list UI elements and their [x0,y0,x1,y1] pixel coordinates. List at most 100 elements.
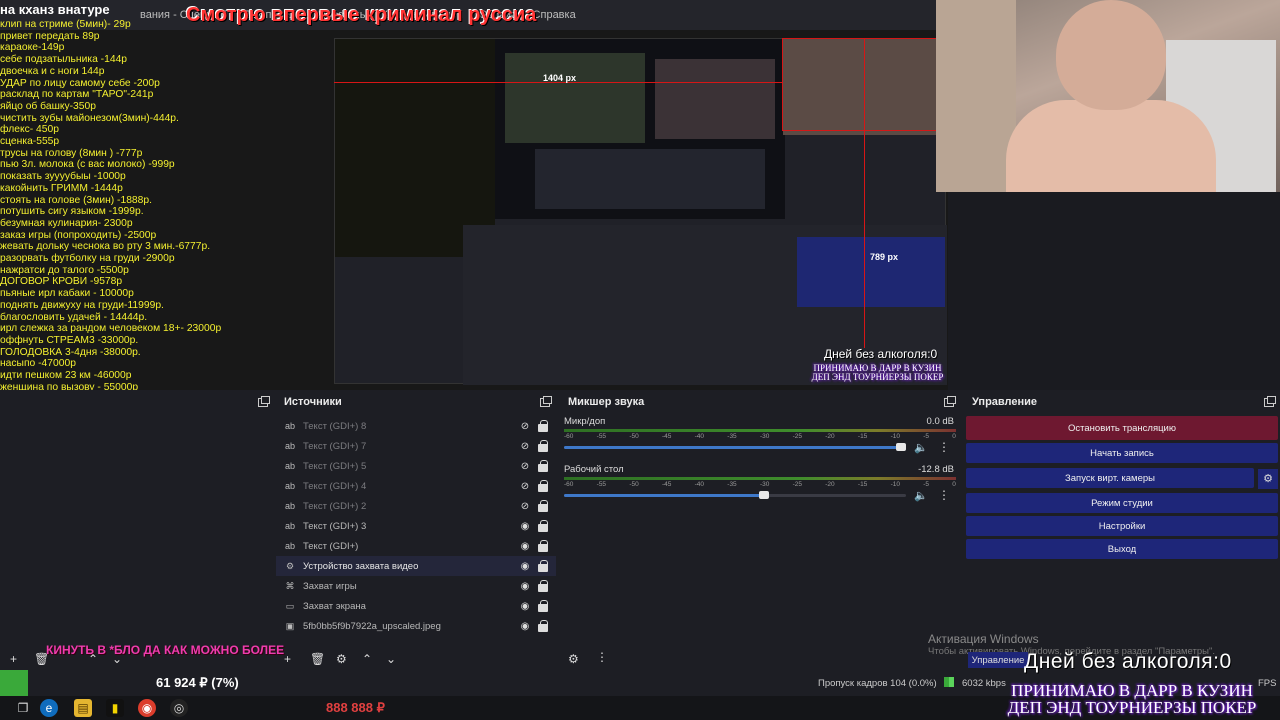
text-icon: ab [284,501,295,511]
source-item[interactable]: ab Текст (GDI+) 2 ⊘ [276,496,556,516]
lock-icon[interactable] [538,599,548,612]
lock-icon[interactable] [538,439,548,452]
move-up-icon[interactable]: ⌃ [88,652,98,666]
scale-tick: -15 [857,433,868,440]
track-name: Микр/доп [564,416,606,427]
source-item[interactable]: ab Текст (GDI+) 8 ⊘ [276,416,556,436]
scale-tick: -40 [694,481,705,488]
add-scene-icon[interactable]: + [10,652,17,666]
scale-tick: -40 [694,433,705,440]
source-item[interactable]: ab Текст (GDI+) ◉ [276,536,556,556]
move-down-icon[interactable]: ⌄ [112,652,122,666]
source-item[interactable]: ab Текст (GDI+) 7 ⊘ [276,436,556,456]
donation-item: привет передать 89р [0,30,100,42]
eye-icon[interactable]: ◉ [518,601,532,612]
edge-icon[interactable]: e [40,699,58,717]
source-item[interactable]: ab Текст (GDI+) 4 ⊘ [276,476,556,496]
source-label: Текст (GDI+) [303,540,359,552]
exit-button[interactable]: Выход [966,539,1278,559]
eye-off-icon[interactable]: ⊘ [518,481,532,492]
scale-tick: 0 [952,433,956,440]
days-sober-small: Дней без алкоголя:0 [824,347,938,361]
stop-stream-button[interactable]: Остановить трансляцию [966,416,1278,440]
volume-slider[interactable] [564,443,906,451]
donation-item: стоять на голове (3мин) -1888р. [0,194,152,206]
obs-icon[interactable]: ◎ [170,699,188,717]
eye-off-icon[interactable]: ⊘ [518,461,532,472]
donation-item: пьяные ирл кабаки - 10000р [0,288,134,300]
source-item[interactable]: ⚙ Устройство захвата видео ◉ [276,556,556,576]
eye-icon[interactable]: ◉ [518,521,532,532]
speaker-icon[interactable]: 🔈 [914,489,928,502]
slider-handle[interactable] [896,443,906,451]
donation-item: себе подзатыльника -144р [0,54,128,66]
undock-icon[interactable] [1264,395,1276,407]
source-label: Захват экрана [303,600,366,612]
start-record-button[interactable]: Начать запись [966,443,1278,463]
lock-icon[interactable] [538,539,548,552]
track-menu-icon[interactable]: ⋮ [938,440,950,454]
channel-name: на кханз внатуре [0,2,110,17]
guide-line [782,130,936,131]
scale-tick: -25 [792,433,802,440]
virtual-camera-button[interactable]: Запуск вирт. камеры [966,468,1254,488]
eye-icon[interactable]: ◉ [518,561,532,572]
source-up-icon[interactable]: ⌃ [362,652,372,666]
lock-icon[interactable] [538,499,548,512]
chrome-icon[interactable]: ◉ [138,699,156,717]
lock-icon[interactable] [538,519,548,532]
source-item[interactable]: ▣ 5fb0bb5f9b7922a_upscaled.jpeg ◉ [276,616,556,636]
lock-icon[interactable] [538,619,548,632]
volume-slider[interactable] [564,491,906,499]
menu-help[interactable]: Справка [533,9,576,21]
lock-icon[interactable] [538,419,548,432]
speaker-icon[interactable]: 🔈 [914,441,928,454]
scenes-dock [0,390,274,670]
undock-icon[interactable] [944,395,956,407]
scale-tick: -60 [564,433,574,440]
source-item[interactable]: ⌘ Захват игры ◉ [276,576,556,596]
eye-icon[interactable]: ◉ [518,621,532,632]
track-menu-icon[interactable]: ⋮ [938,488,950,502]
remove-scene-icon[interactable]: 🗑 [34,652,49,666]
mixer-title: Микшер звука [560,390,960,414]
app-icon[interactable]: ▮ [106,699,124,717]
source-item[interactable]: ab Текст (GDI+) 5 ⊘ [276,456,556,476]
lock-icon[interactable] [538,479,548,492]
undock-icon[interactable] [540,395,552,407]
eye-off-icon[interactable]: ⊘ [518,501,532,512]
scale-tick: -15 [857,481,868,488]
slider-handle[interactable] [759,491,770,499]
donation-item: жевать дольку чеснока во рту 3 мин.-6777… [0,241,211,253]
source-down-icon[interactable]: ⌄ [386,652,396,666]
source-item[interactable]: ▭ Захват экрана ◉ [276,596,556,616]
scale-tick: -10 [890,481,900,488]
scale-tick: -30 [759,481,770,488]
text-icon: ab [284,421,295,431]
add-source-icon[interactable]: + [284,652,291,666]
eye-off-icon[interactable]: ⊘ [518,441,532,452]
guide-line [782,38,936,39]
mixer-settings-icon[interactable]: ⚙ [568,652,579,666]
source-item[interactable]: ab Текст (GDI+) 3 ◉ [276,516,556,536]
lock-icon[interactable] [538,579,548,592]
lock-icon[interactable] [538,459,548,472]
meter-scale: -60 -55 -50 -45 -40 -35 -30 -25 -20 -15 -10 -5 0 [564,433,956,443]
goal-total: 888 888 ₽ [326,700,385,715]
source-settings-icon[interactable]: ⚙ [336,652,347,666]
studio-mode-button[interactable]: Режим студии [966,493,1278,513]
donation-item: сценка-555р [0,136,60,148]
explorer-icon[interactable]: ▤ [74,699,92,717]
undock-icon[interactable] [258,396,270,407]
remove-source-icon[interactable]: 🗑 [310,652,325,666]
scale-tick: -45 [661,481,672,488]
task-view-icon[interactable]: ❐ [14,699,32,717]
donation-item: флекс- 450р [0,124,59,136]
virtual-camera-settings-icon[interactable]: ⚙ [1258,468,1278,489]
lock-icon[interactable] [538,559,548,572]
settings-button[interactable]: Настройки [966,516,1278,536]
eye-off-icon[interactable]: ⊘ [518,421,532,432]
eye-icon[interactable]: ◉ [518,581,532,592]
mixer-menu-icon[interactable]: ⋮ [596,650,608,664]
eye-icon[interactable]: ◉ [518,541,532,552]
